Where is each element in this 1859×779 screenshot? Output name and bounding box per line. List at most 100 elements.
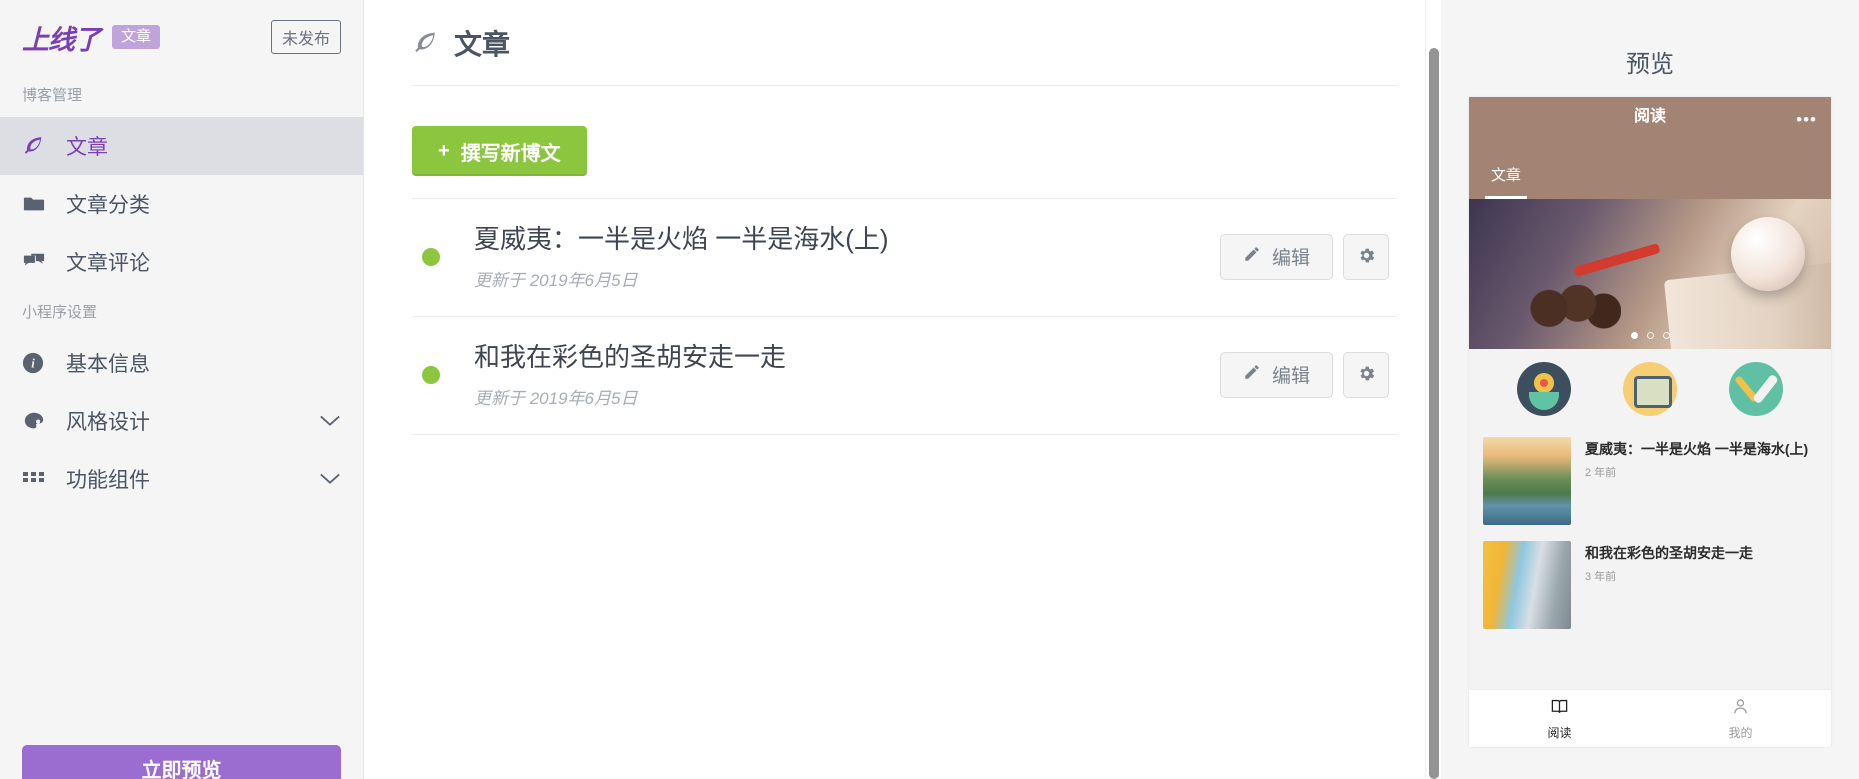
publish-state-button[interactable]: 未发布	[270, 20, 341, 54]
grid-icon	[22, 469, 52, 489]
main-scrollbar[interactable]	[1425, 0, 1441, 779]
feather-icon	[22, 135, 52, 157]
sidebar-item-label: 功能组件	[66, 469, 150, 492]
chevron-down-icon[interactable]	[319, 472, 341, 486]
nav-section-miniapp: 小程序设置 i 基本信息 风格设计 功能组件	[0, 291, 363, 508]
post-actions: 编辑	[1219, 351, 1397, 398]
nav-section-title-blog: 博客管理	[22, 87, 83, 104]
gear-icon	[1357, 364, 1376, 386]
status-badge	[422, 247, 440, 266]
tab-mine[interactable]: 我的	[1650, 690, 1831, 747]
sidebar-item-label: 文章评论	[66, 252, 150, 275]
post-meta: 更新于 2019年6月5日	[474, 270, 638, 290]
edit-label: 编辑	[1271, 366, 1310, 387]
flower-icon[interactable]	[1517, 362, 1571, 416]
app-root: 上线了 文章 未发布 博客管理 文章 文章分类 文章评论 小程序设置 i 基本信…	[0, 0, 1859, 779]
sidebar-footer: 立即预览	[0, 745, 363, 779]
post-title[interactable]: 和我在彩色的圣胡安走一走	[474, 340, 1220, 375]
logo-badge: 文章	[112, 24, 161, 50]
scrollbar-thumb[interactable]	[1429, 48, 1439, 779]
chevron-down-icon[interactable]	[319, 414, 341, 428]
status-badge	[422, 365, 440, 384]
nav-section-blog: 博客管理 文章 文章分类 文章评论	[0, 74, 363, 291]
sidebar-item-posts[interactable]: 文章	[0, 117, 363, 175]
app-logo[interactable]: 上线了	[22, 18, 101, 57]
phone-article-list: 夏威夷：一半是火焰 一半是海水(上) 2 年前 和我在彩色的圣胡安走一走 3 年…	[1469, 431, 1831, 639]
sidebar-item-categories[interactable]: 文章分类	[0, 175, 363, 233]
edit-button[interactable]: 编辑	[1219, 233, 1333, 280]
info-icon: i	[22, 352, 52, 374]
table-row[interactable]: 和我在彩色的圣胡安走一走 更新于 2019年6月5日 编辑	[412, 317, 1397, 435]
feather-icon	[412, 30, 438, 56]
folder-icon	[22, 193, 52, 215]
book-icon	[1550, 697, 1569, 721]
article-title: 和我在彩色的圣胡安走一走	[1585, 545, 1753, 561]
phone-tabbar: 阅读 我的	[1469, 689, 1831, 747]
sidebar-item-comments[interactable]: 文章评论	[0, 233, 363, 291]
page-header: 文章	[412, 0, 1397, 86]
settings-button[interactable]	[1343, 351, 1389, 398]
sidebar-item-label: 文章分类	[66, 194, 150, 217]
preview-now-button[interactable]: 立即预览	[22, 745, 341, 779]
sidebar-item-basic-info[interactable]: i 基本信息	[0, 334, 363, 392]
phone-navbar: 阅读 •••	[1469, 97, 1831, 159]
carousel-dot-2[interactable]	[1646, 332, 1654, 339]
list-item[interactable]: 和我在彩色的圣胡安走一走 3 年前	[1469, 535, 1831, 639]
banner-muffins-decoration	[1525, 285, 1621, 337]
phone-nav-title: 阅读	[1633, 108, 1666, 125]
page-title: 文章	[454, 28, 511, 60]
tab-mine-label: 我的	[1728, 725, 1753, 740]
phone-banner-carousel[interactable]	[1469, 199, 1831, 349]
list-item[interactable]: 夏威夷：一半是火焰 一半是海水(上) 2 年前	[1469, 431, 1831, 535]
post-actions: 编辑	[1219, 233, 1397, 280]
article-time: 2 年前	[1585, 467, 1617, 480]
banner-coffee-decoration	[1731, 217, 1805, 291]
tools-icon[interactable]	[1729, 362, 1783, 416]
sidebar: 上线了 文章 未发布 博客管理 文章 文章分类 文章评论 小程序设置 i 基本信…	[0, 0, 364, 779]
brand-row: 上线了 文章 未发布	[0, 0, 363, 74]
plus-icon: +	[438, 139, 450, 162]
phone-tab-articles[interactable]: 文章	[1485, 159, 1528, 199]
tab-read-label: 阅读	[1547, 725, 1572, 740]
new-post-label: 撰写新博文	[460, 142, 561, 165]
person-icon	[1731, 697, 1750, 721]
phone-tabs: 文章	[1469, 159, 1831, 199]
post-title[interactable]: 夏威夷：一半是火焰 一半是海水(上)	[474, 222, 1220, 257]
article-body: 夏威夷：一半是火焰 一半是海水(上) 2 年前	[1585, 437, 1817, 525]
phone-preview: 阅读 ••• 文章 夏威夷：一半是火焰 一半是海水(上) 2 年前 和我在彩色的…	[1469, 97, 1831, 747]
sidebar-item-label: 风格设计	[66, 411, 150, 434]
carousel-dot-1[interactable]	[1630, 332, 1638, 339]
edit-button[interactable]: 编辑	[1219, 351, 1333, 398]
article-thumbnail	[1483, 541, 1571, 629]
sidebar-item-label: 基本信息	[66, 353, 150, 376]
article-thumbnail	[1483, 437, 1571, 525]
sidebar-item-style-design[interactable]: 风格设计	[0, 392, 363, 450]
new-post-button[interactable]: + 撰写新博文	[412, 126, 587, 176]
main-inner: 文章 + 撰写新博文 夏威夷：一半是火焰 一半是海水(上) 更新于 2019年6…	[364, 0, 1439, 435]
banner-pens-decoration	[1573, 243, 1661, 277]
tv-icon[interactable]	[1623, 362, 1677, 416]
more-options-icon[interactable]: •••	[1796, 110, 1817, 130]
settings-button[interactable]	[1343, 233, 1389, 280]
palette-icon	[22, 410, 52, 432]
pencil-icon	[1243, 245, 1261, 269]
table-row[interactable]: 夏威夷：一半是火焰 一半是海水(上) 更新于 2019年6月5日 编辑	[412, 199, 1397, 317]
article-title: 夏威夷：一半是火焰 一半是海水(上)	[1585, 441, 1809, 457]
pencil-icon	[1243, 363, 1261, 387]
post-texts: 和我在彩色的圣胡安走一走 更新于 2019年6月5日	[474, 340, 1220, 408]
article-time: 3 年前	[1585, 571, 1617, 584]
preview-title: 预览	[1626, 51, 1674, 78]
post-meta: 更新于 2019年6月5日	[474, 388, 638, 408]
phone-quick-icons	[1469, 349, 1831, 431]
post-list: 夏威夷：一半是火焰 一半是海水(上) 更新于 2019年6月5日 编辑 和我在彩…	[412, 198, 1397, 435]
preview-panel: 预览 阅读 ••• 文章 夏威夷：一半是火焰 一半是海水(上) 2 年前 和我在…	[1441, 0, 1859, 779]
new-post-toolbar: + 撰写新博文	[412, 86, 1397, 198]
carousel-dots	[1469, 332, 1831, 339]
tab-read[interactable]: 阅读	[1469, 690, 1650, 747]
sidebar-item-label: 文章	[66, 136, 108, 159]
nav-section-title-miniapp: 小程序设置	[22, 304, 98, 321]
gear-icon	[1357, 246, 1376, 268]
comment-icon	[22, 251, 52, 273]
sidebar-item-components[interactable]: 功能组件	[0, 450, 363, 508]
carousel-dot-3[interactable]	[1662, 332, 1670, 339]
